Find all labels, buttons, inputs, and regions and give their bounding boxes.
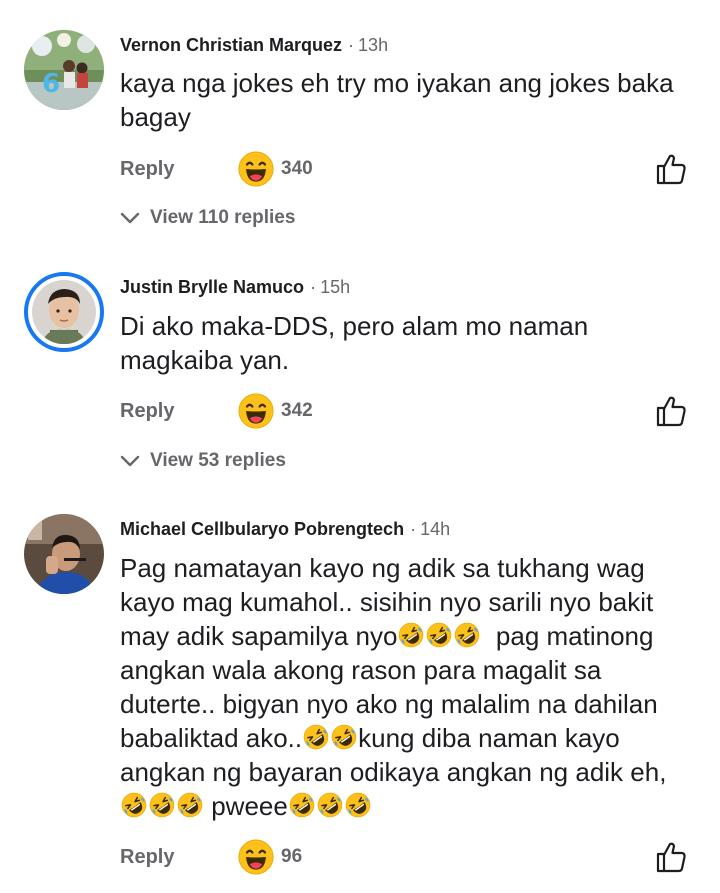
- rofl-emoji-icon: [330, 723, 358, 751]
- laughing-face-icon: [238, 839, 274, 875]
- avatar[interactable]: [24, 514, 104, 594]
- reply-button[interactable]: Reply: [120, 846, 174, 869]
- rofl-emoji-icon: [288, 791, 316, 819]
- rofl-emoji-icon: [453, 621, 481, 649]
- reaction-summary[interactable]: 96: [238, 839, 302, 875]
- rofl-emoji-icon: [120, 791, 148, 819]
- rofl-emoji-icon: [344, 791, 372, 819]
- comment-header: Michael Cellbularyo Pobrengtech · 14h: [120, 518, 450, 540]
- rofl-emoji-icon: [425, 621, 453, 649]
- rofl-emoji-icon: [302, 723, 330, 751]
- author-name[interactable]: Michael Cellbularyo Pobrengtech: [120, 519, 404, 539]
- separator-dot: ·: [410, 519, 417, 539]
- comment-text-part-4: pweee: [204, 791, 288, 821]
- rofl-emoji-icon: [397, 621, 425, 649]
- reaction-count: 96: [281, 846, 303, 867]
- comment-3: Michael Cellbularyo Pobrengtech · 14h Pag …: [0, 0, 720, 893]
- timestamp[interactable]: 14h: [420, 519, 450, 539]
- rofl-emoji-icon: [148, 791, 176, 819]
- comment-text: Pag namatayan kayo ng adik sa tukhang wa…: [120, 551, 700, 823]
- thumbs-up-icon[interactable]: [654, 840, 688, 874]
- rofl-emoji-icon: [316, 791, 344, 819]
- rofl-emoji-icon: [176, 791, 204, 819]
